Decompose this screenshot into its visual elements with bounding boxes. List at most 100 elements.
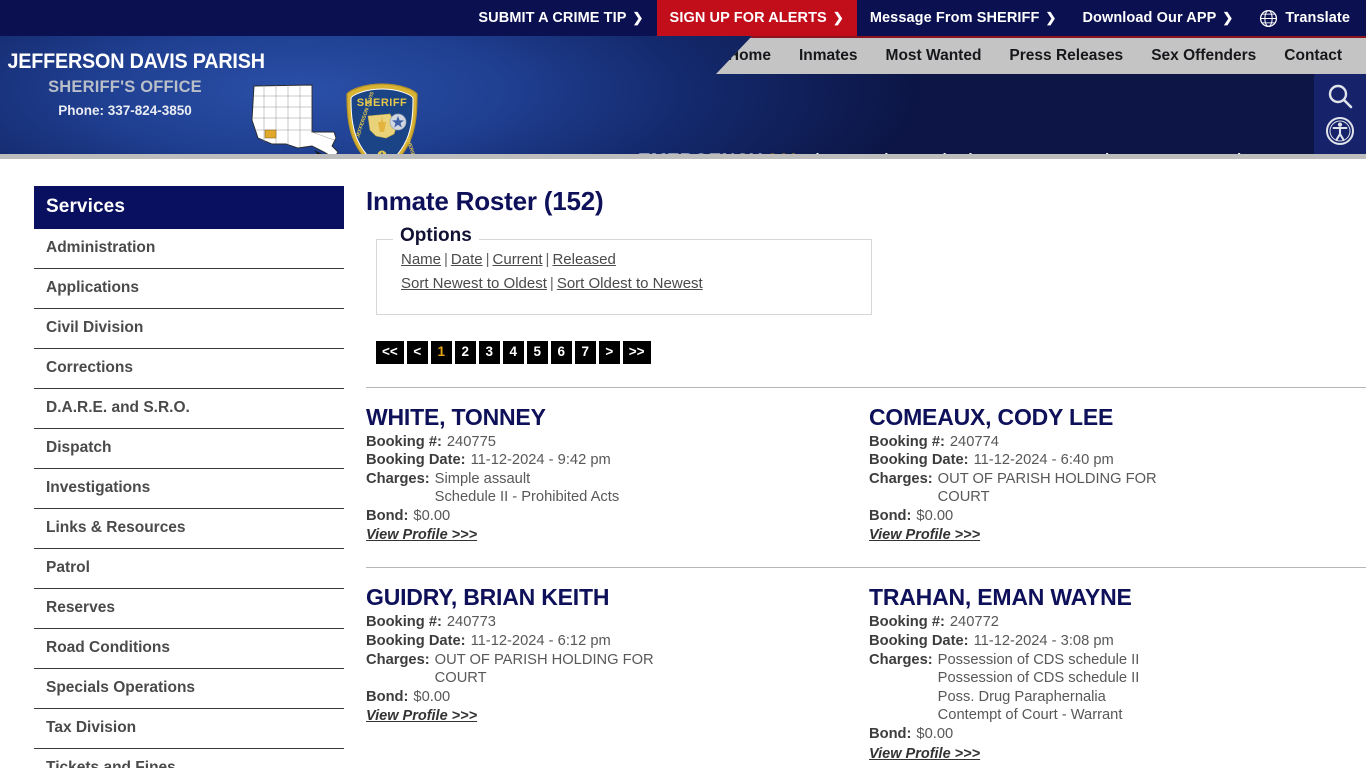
sidebar-item-dare-and-sro[interactable]: D.A.R.E. and S.R.O. [34,389,344,429]
page-button-5[interactable]: 5 [526,341,548,364]
charges-label: Charges: [869,470,933,487]
sidebar-item-civil-division[interactable]: Civil Division [34,309,344,349]
nav-contact[interactable]: Contact [1270,47,1356,65]
page-button-1[interactable]: 1 [430,341,452,364]
inmate-name: COMEAUX, CODY LEE [869,403,1114,430]
booking-date-label: Booking Date: [869,452,969,469]
booking-date-label: Booking Date: [366,633,466,650]
inmate-record: WHITE, TONNEY Booking #: 240775 Booking … [360,388,863,545]
bond-label: Bond: [366,688,409,705]
view-profile-link[interactable]: View Profile >>> [869,746,980,762]
option-sort-oldest-to-newest[interactable]: Sort Oldest to Newest [557,275,703,292]
sidebar-item-applications[interactable]: Applications [34,269,344,309]
bond-label: Bond: [366,507,409,524]
page-button-7[interactable]: 7 [574,341,596,364]
search-icon[interactable] [1325,82,1355,112]
option-sort-name[interactable]: Name [401,251,441,268]
page-first-button[interactable]: << [376,341,404,364]
sidebar-item-patrol[interactable]: Patrol [34,549,344,589]
sidebar-item-administration[interactable]: Administration [34,229,344,269]
top-link-label: SUBMIT A CRIME TIP [478,10,627,26]
accessibility-icon[interactable] [1325,116,1355,146]
page-button-4[interactable]: 4 [502,341,524,364]
top-link-label: Message From SHERIFF [869,10,1040,26]
booking-number-label: Booking #: [366,614,442,631]
page-button-2[interactable]: 2 [454,341,476,364]
inmate-name: GUIDRY, BRIAN KEITH [366,584,610,611]
sidebar-item-corrections[interactable]: Corrections [34,349,344,389]
top-utility-bar: SUBMIT A CRIME TIP ❯ SIGN UP FOR ALERTS … [0,0,1366,36]
inmate-bond-line: Bond: $0.00 [869,725,1366,744]
top-link-message-from-sheriff[interactable]: Message From SHERIFF ❯ [857,0,1070,36]
sidebar-item-road-conditions[interactable]: Road Conditions [34,629,344,669]
view-profile-link[interactable]: View Profile >>> [366,708,477,724]
page-last-button[interactable]: >> [622,341,651,364]
view-profile-link[interactable]: View Profile >>> [366,527,477,543]
nav-calendar[interactable]: Calendar [915,152,995,154]
nav-e-news[interactable]: E News [995,152,1065,154]
site-header: JEFFERSON DAVIS PARISH SHERIFF'S OFFICE … [0,36,1366,154]
view-profile-link[interactable]: View Profile >>> [869,527,980,543]
top-link-sign-up-for-alerts[interactable]: SIGN UP FOR ALERTS ❯ [656,0,857,36]
page-title: Inmate Roster (152) [366,186,604,216]
option-sort-date[interactable]: Date [451,251,483,268]
inmate-bond-line: Bond: $0.00 [366,507,863,526]
option-separator: | [485,251,490,268]
option-sort-newest-to-oldest[interactable]: Sort Newest to Oldest [401,275,547,292]
bond-label: Bond: [869,507,912,524]
page-button-6[interactable]: 6 [550,341,572,364]
nav-services[interactable]: Services⌄ [775,152,865,154]
sidebar-item-links-and-resources[interactable]: Links & Resources [34,509,344,549]
inmate-record: TRAHAN, EMAN WAYNE Booking #: 240772 Boo… [863,568,1366,762]
sidebar-item-investigations[interactable]: Investigations [34,469,344,509]
options-filter-row: Name | Date | Current | Released [377,244,871,268]
booking-number-label: Booking #: [869,614,945,631]
page-prev-button[interactable]: < [406,341,428,364]
bond-label: Bond: [869,726,912,743]
inmate-booking-date-line: Booking Date: 11-12-2024 - 6:40 pm [869,451,1366,470]
sidebar-item-specials-operations[interactable]: Specials Operations [34,669,344,709]
option-separator: | [545,251,550,268]
nav-blog[interactable]: Blog [865,152,915,154]
svg-text:SHERIFF'S OFFICE: SHERIFF'S OFFICE [404,137,422,154]
top-link-submit-crime-tip[interactable]: SUBMIT A CRIME TIP ❯ [465,0,656,36]
charges-label: Charges: [366,470,430,487]
primary-nav-strip: Home Inmates Most Wanted Press Releases … [716,36,1366,74]
sidebar-item-dispatch[interactable]: Dispatch [34,429,344,469]
nav-inmates[interactable]: Inmates [785,47,872,65]
sidebar-item-tickets-and-fines[interactable]: Tickets and Fines [34,749,344,768]
nav-history[interactable]: History [1218,152,1286,154]
site-brand[interactable]: JEFFERSON DAVIS PARISH SHERIFF'S OFFICE … [0,50,265,118]
option-filter-released[interactable]: Released [552,251,615,268]
charges-list: OUT OF PARISH HOLDING FOR COURT [435,651,654,688]
nav-most-wanted[interactable]: Most Wanted [872,47,996,65]
booking-number-value: 240772 [949,614,999,631]
options-panel-title: Options [393,225,479,247]
bond-value: $0.00 [413,507,451,524]
brand-phone: Phone: 337-824-3850 [58,103,192,118]
sidebar-item-reserves[interactable]: Reserves [34,589,344,629]
top-link-download-our-app[interactable]: Download Our APP ❯ [1069,0,1246,36]
page-next-button[interactable]: > [598,341,620,364]
top-link-label: Download Our APP [1082,10,1217,26]
top-link-translate[interactable]: Translate [1246,0,1366,36]
booking-date-value: 11-12-2024 - 6:40 pm [973,452,1114,469]
nav-home[interactable]: Home [716,47,785,65]
booking-date-value: 11-12-2024 - 9:42 pm [470,452,611,469]
nav-sex-offenders[interactable]: Sex Offenders [1137,47,1270,65]
booking-number-value: 240775 [446,433,496,450]
sidebar-item-tax-division[interactable]: Tax Division [34,709,344,749]
nav-employment[interactable]: Employment [1065,152,1170,154]
top-link-label: SIGN UP FOR ALERTS [669,10,827,26]
pagination: << < 1 2 3 4 5 6 7 > >> [376,341,1366,364]
page-button-3[interactable]: 3 [478,341,500,364]
option-filter-current[interactable]: Current [493,251,543,268]
inmate-name: WHITE, TONNEY [366,403,546,430]
booking-date-label: Booking Date: [869,633,969,650]
option-separator: | [549,275,554,292]
roster-row-2: GUIDRY, BRIAN KEITH Booking #: 240773 Bo… [360,568,1366,762]
nav-press-releases[interactable]: Press Releases [995,47,1137,65]
inmate-booking-date-line: Booking Date: 11-12-2024 - 6:12 pm [366,632,863,651]
nav-faq[interactable]: FAQ [1170,152,1218,154]
booking-date-value: 11-12-2024 - 3:08 pm [973,633,1114,650]
